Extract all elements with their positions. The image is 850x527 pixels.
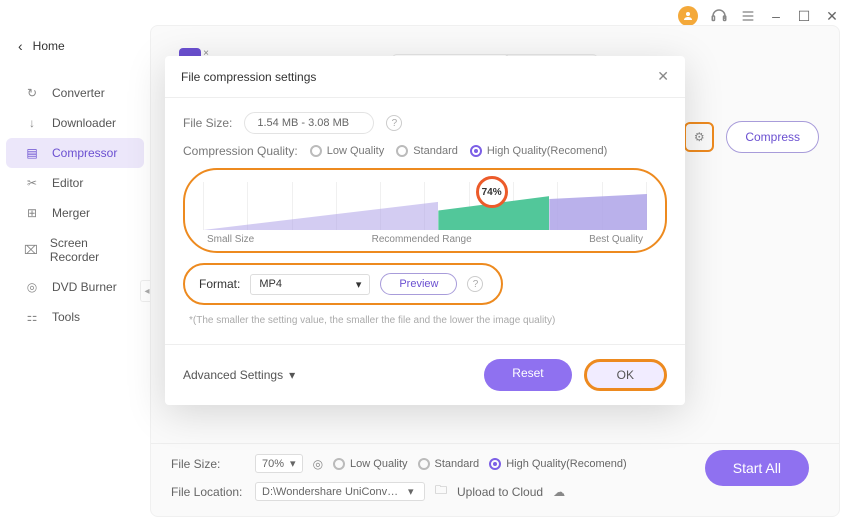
- radio-icon: [310, 145, 322, 157]
- sidebar-item-label: Editor: [52, 176, 83, 190]
- cloud-icon[interactable]: ☁: [553, 485, 565, 499]
- sidebar-item-label: Screen Recorder: [50, 236, 126, 264]
- radio-icon: [470, 145, 482, 157]
- bottom-bar: File Size: 70% ▾ ◎ Low Quality Standard H…: [151, 443, 839, 516]
- quality-slider[interactable]: 74%: [203, 182, 647, 230]
- bottom-quality-standard[interactable]: Standard: [418, 458, 480, 470]
- settings-square-button[interactable]: ⚙: [684, 122, 714, 152]
- compressor-icon: ▤: [24, 146, 40, 160]
- hint-text: *(The smaller the setting value, the sma…: [183, 315, 667, 334]
- upload-cloud-label: Upload to Cloud: [457, 485, 543, 499]
- quality-standard-option[interactable]: Standard: [396, 145, 458, 157]
- target-icon[interactable]: ◎: [313, 457, 323, 471]
- quality-high-option[interactable]: High Quality(Recomend): [470, 145, 607, 157]
- file-size-input[interactable]: 1.54 MB - 3.08 MB: [244, 112, 374, 134]
- sidebar-item-label: Merger: [52, 206, 90, 220]
- downloader-icon: ↓: [24, 116, 40, 130]
- sidebar-item-dvd-burner[interactable]: ◎ DVD Burner: [6, 272, 144, 302]
- preview-button[interactable]: Preview: [380, 273, 457, 295]
- bottom-quality-high[interactable]: High Quality(Recomend): [489, 458, 626, 470]
- sidebar-items: ↻ Converter ↓ Downloader ▤ Compressor ✂ Edit…: [0, 78, 150, 332]
- sidebar-item-label: Converter: [52, 86, 105, 100]
- chevron-down-icon: ▾: [356, 278, 362, 291]
- radio-label-text: Standard: [435, 458, 480, 470]
- sidebar-item-converter[interactable]: ↻ Converter: [6, 78, 144, 108]
- sidebar-item-label: DVD Burner: [52, 280, 117, 294]
- side-controls: ⚙ Compress: [684, 121, 819, 153]
- quality-label: Compression Quality:: [183, 144, 298, 158]
- bottom-file-size-value: 70%: [262, 458, 284, 470]
- sidebar-item-label: Downloader: [52, 116, 116, 130]
- slider-label-mid: Recommended Range: [372, 234, 472, 245]
- bottom-file-size-label: File Size:: [171, 457, 245, 471]
- modal-header: File compression settings ✕: [165, 56, 685, 98]
- format-select[interactable]: MP4 ▾: [250, 274, 370, 295]
- sidebar-item-screen-recorder[interactable]: ⌧ Screen Recorder: [6, 228, 144, 272]
- compression-settings-modal: File compression settings ✕ File Size: 1…: [165, 56, 685, 405]
- modal-close-button[interactable]: ✕: [657, 68, 669, 85]
- radio-icon: [333, 458, 345, 470]
- sidebar-item-downloader[interactable]: ↓ Downloader: [6, 108, 144, 138]
- editor-icon: ✂: [24, 176, 40, 190]
- back-chevron-icon: ‹: [18, 38, 23, 54]
- folder-icon[interactable]: 🗀: [435, 481, 447, 502]
- file-size-label: File Size:: [183, 116, 232, 130]
- maximize-button[interactable]: ☐: [796, 8, 812, 25]
- format-label: Format:: [199, 277, 240, 291]
- file-location-value: D:\Wondershare UniConverter 1: [262, 486, 402, 498]
- tools-icon: ⚏: [24, 310, 40, 324]
- modal-footer: Advanced Settings ▾ Reset OK: [165, 344, 685, 405]
- sidebar-item-compressor[interactable]: ▤ Compressor: [6, 138, 144, 168]
- slider-thumb[interactable]: 74%: [476, 176, 508, 208]
- slider-range-best: [549, 194, 647, 230]
- sidebar-item-merger[interactable]: ⊞ Merger: [6, 198, 144, 228]
- sidebar-item-label: Compressor: [52, 146, 117, 160]
- support-icon[interactable]: [710, 7, 728, 25]
- radio-icon: [489, 458, 501, 470]
- modal-title: File compression settings: [181, 70, 316, 84]
- compress-button[interactable]: Compress: [726, 121, 819, 153]
- merger-icon: ⊞: [24, 206, 40, 220]
- radio-label-text: Low Quality: [350, 458, 407, 470]
- sidebar: ‹ Home ↻ Converter ↓ Downloader ▤ Compresso…: [0, 0, 150, 527]
- ok-button[interactable]: OK: [584, 359, 667, 391]
- reset-button[interactable]: Reset: [484, 359, 571, 391]
- format-value: MP4: [259, 278, 282, 290]
- radio-icon: [418, 458, 430, 470]
- menu-icon[interactable]: [740, 8, 756, 24]
- sidebar-item-editor[interactable]: ✂ Editor: [6, 168, 144, 198]
- file-location-label: File Location:: [171, 485, 245, 499]
- file-location-select[interactable]: D:\Wondershare UniConverter 1 ▾: [255, 482, 425, 501]
- user-avatar-icon[interactable]: [678, 6, 698, 26]
- radio-label-text: High Quality(Recomend): [487, 145, 607, 157]
- advanced-label: Advanced Settings: [183, 368, 283, 382]
- bottom-quality-low[interactable]: Low Quality: [333, 458, 407, 470]
- help-icon[interactable]: ?: [467, 276, 483, 292]
- recorder-icon: ⌧: [24, 243, 38, 257]
- minimize-button[interactable]: –: [768, 8, 784, 24]
- slider-label-left: Small Size: [207, 234, 254, 245]
- quality-low-option[interactable]: Low Quality: [310, 145, 384, 157]
- quality-slider-container: 74% Small Size Recommended Range Best Qu…: [183, 168, 667, 253]
- close-window-button[interactable]: ✕: [824, 8, 840, 25]
- chevron-down-icon: ▾: [289, 368, 295, 382]
- radio-label-text: Low Quality: [327, 145, 384, 157]
- chevron-down-icon: ▾: [408, 485, 414, 498]
- bottom-file-size-select[interactable]: 70% ▾: [255, 454, 303, 473]
- sidebar-item-label: Tools: [52, 310, 80, 324]
- sidebar-item-tools[interactable]: ⚏ Tools: [6, 302, 144, 332]
- home-nav[interactable]: ‹ Home: [0, 30, 150, 62]
- radio-label-text: High Quality(Recomend): [506, 458, 626, 470]
- converter-icon: ↻: [24, 86, 40, 100]
- chevron-down-icon: ▾: [290, 457, 296, 470]
- radio-label-text: Standard: [413, 145, 458, 157]
- home-label: Home: [33, 39, 65, 53]
- slider-label-right: Best Quality: [589, 234, 643, 245]
- help-icon[interactable]: ?: [386, 115, 402, 131]
- advanced-settings-toggle[interactable]: Advanced Settings ▾: [183, 368, 295, 382]
- dvd-icon: ◎: [24, 280, 40, 294]
- format-row: Format: MP4 ▾ Preview ?: [183, 263, 503, 305]
- radio-icon: [396, 145, 408, 157]
